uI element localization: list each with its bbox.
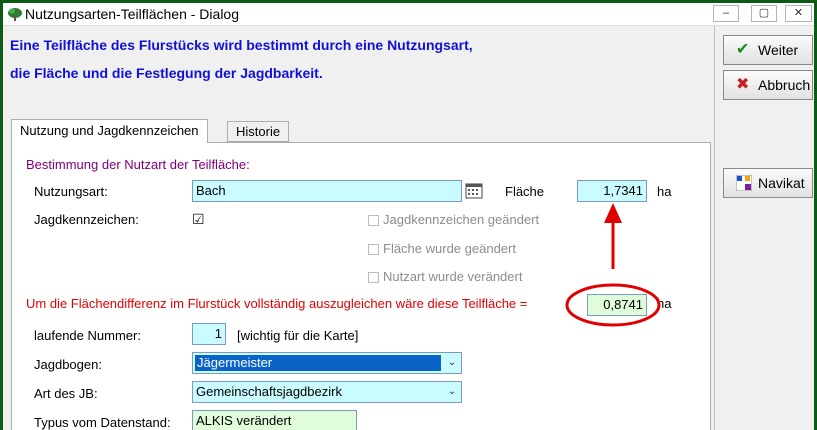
navikat-icon	[735, 174, 753, 195]
close-button[interactable]: ✕	[785, 5, 812, 22]
title-bar: Nutzungsarten-Teilflächen - Dialog – ▢ ✕	[3, 3, 814, 26]
annotation-arrow	[604, 203, 622, 269]
abbruch-button-label: Abbruch	[758, 77, 811, 93]
navikat-button[interactable]: Navikat	[723, 168, 813, 198]
window-title: Nutzungsarten-Teilflächen - Dialog	[25, 6, 239, 22]
weiter-button-label: Weiter	[758, 42, 799, 58]
maximize-button[interactable]: ▢	[751, 5, 777, 22]
navikat-button-label: Navikat	[758, 175, 805, 191]
tab-nutzung[interactable]: Nutzung und Jagdkennzeichen	[11, 119, 208, 143]
main-content: Eine Teilfläche des Flurstücks wird best…	[4, 26, 713, 430]
annotation-ellipse	[565, 283, 661, 327]
minimize-button[interactable]: –	[713, 5, 739, 22]
abbruch-button[interactable]: ✖ Abbruch	[723, 70, 813, 100]
close-x-icon: ✖	[736, 76, 750, 93]
side-button-panel: ✔ Weiter ✖ Abbruch Navikat	[714, 26, 814, 430]
annotation-overlay	[565, 203, 661, 327]
tree-icon	[7, 7, 23, 24]
intro-line-2: die Fläche und die Festlegung der Jagdba…	[10, 65, 323, 81]
dialog-window: Nutzungsarten-Teilflächen - Dialog – ▢ ✕…	[3, 3, 814, 430]
checkmark-icon: ✔	[736, 41, 750, 58]
tab-historie[interactable]: Historie	[227, 121, 290, 142]
weiter-button[interactable]: ✔ Weiter	[723, 35, 813, 65]
tab-panel: Bestimmung der Nutzart der Teilfläche: N…	[11, 142, 711, 430]
intro-line-1: Eine Teilfläche des Flurstücks wird best…	[10, 37, 473, 53]
